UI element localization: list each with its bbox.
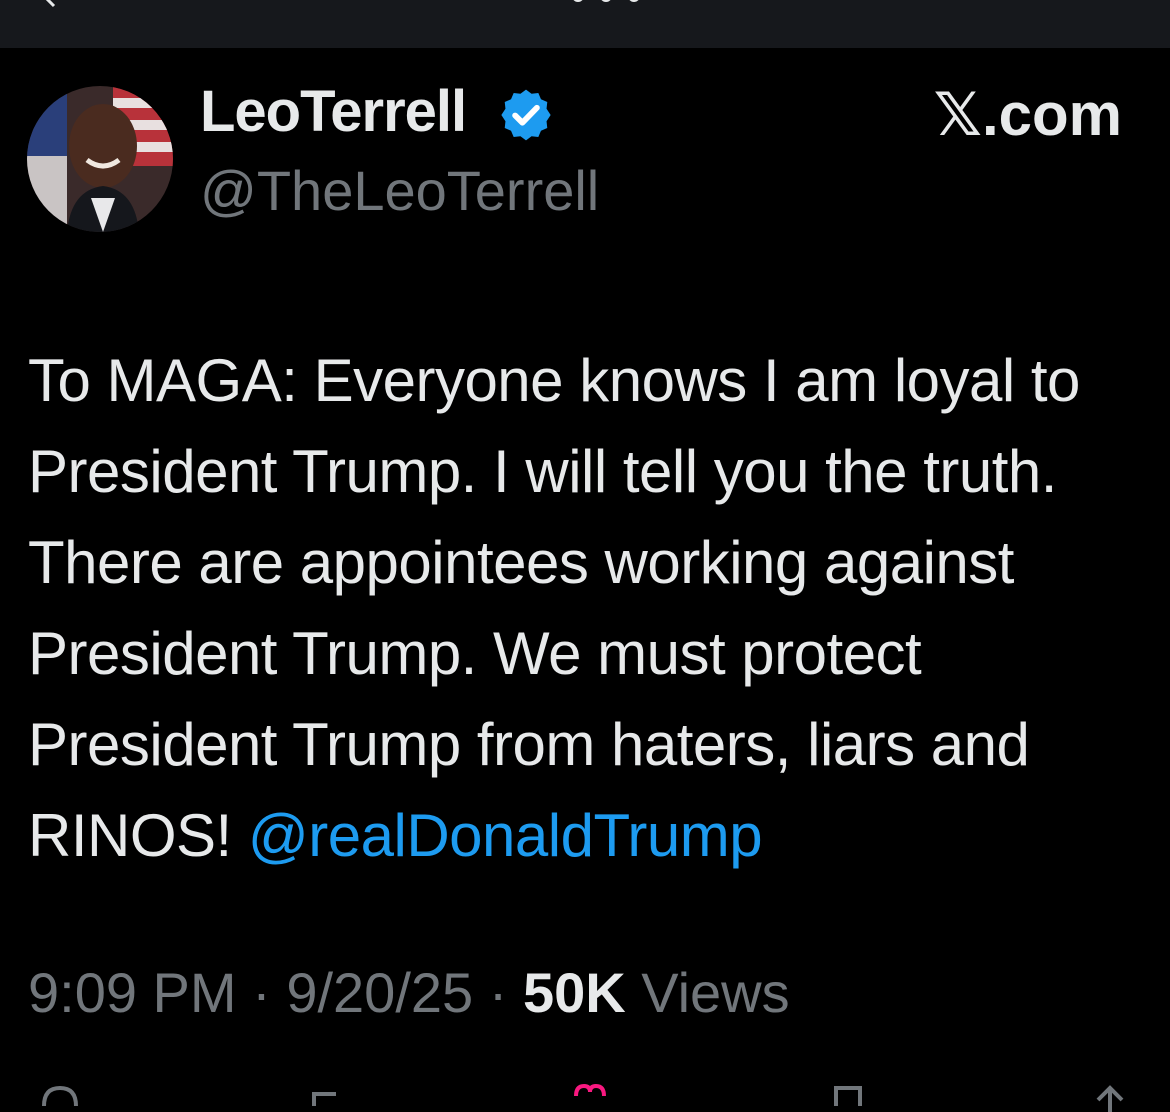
verified-badge-icon: [501, 89, 551, 141]
brand-label: 𝕏.com: [933, 81, 1122, 148]
post-body: To MAGA: Everyone knows I am loyal to Pr…: [28, 347, 1080, 869]
repost-icon[interactable]: [306, 1082, 350, 1112]
avatar-photo: [27, 86, 173, 232]
post-meta: 9:09 PM · 9/20/25 · 50K Views: [28, 960, 790, 1025]
views-label: Views: [625, 961, 790, 1024]
meta-separator: ·: [473, 961, 523, 1024]
bookmark-icon[interactable]: [826, 1082, 870, 1112]
views-count: 50K: [522, 961, 626, 1024]
post-date[interactable]: 9/20/25: [286, 961, 473, 1024]
mention-link[interactable]: @realDonaldTrump: [248, 802, 763, 869]
more-dots-icon[interactable]: [566, 0, 646, 8]
share-icon[interactable]: [1088, 1082, 1132, 1112]
post-text: To MAGA: Everyone knows I am loyal to Pr…: [28, 335, 1148, 881]
back-arrow-icon[interactable]: [40, 0, 62, 8]
author-name[interactable]: LeoTerrell: [200, 78, 467, 145]
avatar[interactable]: [27, 86, 173, 232]
top-bar: [0, 0, 1170, 48]
meta-separator: ·: [236, 961, 287, 1024]
author-handle[interactable]: @TheLeoTerrell: [200, 158, 599, 223]
like-icon[interactable]: [568, 1082, 612, 1112]
action-bar: [0, 1078, 1170, 1112]
post-time[interactable]: 9:09 PM: [28, 961, 237, 1024]
reply-icon[interactable]: [38, 1082, 82, 1112]
